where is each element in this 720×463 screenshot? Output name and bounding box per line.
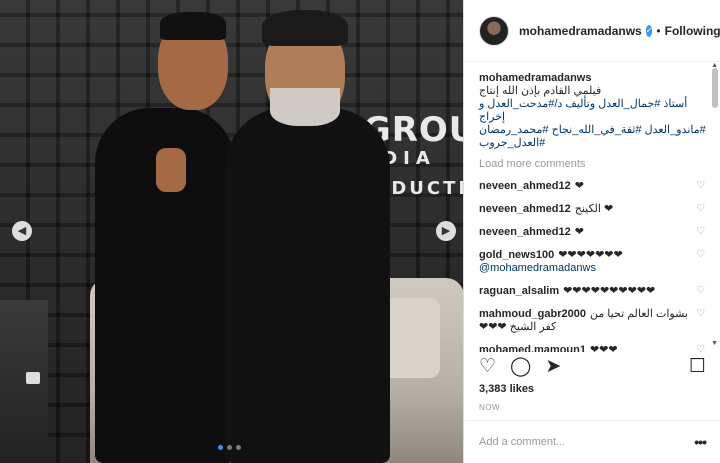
- heart-outline-icon[interactable]: ♡: [479, 356, 496, 376]
- comment-item: neveen_ahmed12 ❤ ♡: [479, 226, 706, 239]
- comment-text: ❤❤❤❤❤❤❤: [558, 249, 623, 261]
- scroll-down-icon[interactable]: ▼: [711, 340, 718, 347]
- person-left-hair: [160, 12, 226, 40]
- likes-count[interactable]: 3,383 likes: [479, 383, 534, 395]
- caption-line-3[interactable]: #ماندو_العدل #ثقة_في_الله_نجاح #محمد_رمض…: [479, 124, 706, 137]
- heart-outline-icon[interactable]: ♡: [696, 286, 706, 296]
- post-time: NOW: [479, 403, 501, 412]
- comment-username[interactable]: neveen_ahmed12: [479, 226, 571, 238]
- comment-text: ❤❤❤❤❤❤❤❤❤❤: [563, 285, 656, 297]
- chevron-right-icon[interactable]: ▶: [436, 221, 456, 241]
- comment-text: بشوات العالم تحيا من: [589, 308, 688, 320]
- comment-username[interactable]: mahmoud_gabr2000: [479, 308, 586, 320]
- person-left-hand: [156, 148, 186, 192]
- user-tag-icon[interactable]: [26, 372, 40, 384]
- comment-mention[interactable]: @mohamedramadanws: [479, 262, 596, 274]
- comment-username[interactable]: mohamed.mamoun1: [479, 344, 586, 352]
- post-sidebar: mohamedramadanws ✓ • Following mohamedra…: [465, 0, 720, 463]
- scrollbar-thumb[interactable]: [712, 68, 718, 108]
- load-more-comments[interactable]: Load more comments: [479, 158, 706, 170]
- comment-item: mohamed.mamoun1 ❤❤❤ ♡: [479, 344, 706, 352]
- post-header: mohamedramadanws ✓ • Following: [465, 0, 720, 62]
- comment-username[interactable]: neveen_ahmed12: [479, 180, 571, 192]
- comment-item: mahmoud_gabr2000 بشوات العالم تحيا من ❤❤❤ …: [479, 308, 706, 334]
- bookmark-icon[interactable]: ☐: [689, 356, 706, 376]
- comment-text-2: ❤❤❤ كفر الشيخ: [479, 321, 557, 333]
- person-right-body: [225, 108, 390, 463]
- caption-line-1: فيلمي القادم بإذن الله إنتاج: [479, 85, 602, 97]
- comment-input[interactable]: [479, 436, 695, 448]
- follow-separator: •: [656, 23, 661, 38]
- avatar[interactable]: [479, 15, 509, 46]
- comment-item: gold_news100 ❤❤❤❤❤❤❤ @mohamedramadanws ♡: [479, 249, 706, 275]
- heart-outline-icon[interactable]: ♡: [696, 227, 706, 237]
- carousel-dot: [218, 445, 223, 450]
- comments-list: mohamedramadanws فيلمي القادم بإذن الله …: [465, 62, 720, 352]
- comment-text: الكينج ❤: [574, 203, 614, 215]
- comments-scrollbar[interactable]: [712, 64, 718, 346]
- heart-outline-icon[interactable]: ♡: [696, 309, 706, 319]
- comment-item: raguan_alsalim ❤❤❤❤❤❤❤❤❤❤ ♡: [479, 285, 706, 298]
- caption-line-2[interactable]: أستاذ #جمال_العدل وتأليف د/#مدحت_العدل و…: [479, 98, 706, 124]
- scroll-up-icon[interactable]: ▲: [711, 62, 718, 69]
- comment-text: ❤❤❤: [589, 344, 618, 352]
- following-button[interactable]: Following: [665, 24, 720, 38]
- post-caption: mohamedramadanws فيلمي القادم بإذن الله …: [479, 72, 706, 150]
- share-icon[interactable]: ➤: [545, 356, 561, 376]
- post-image[interactable]: AL GROUP MEDIA PRODUCTION ◀ ▶: [0, 0, 464, 463]
- comment-username[interactable]: raguan_alsalim: [479, 285, 559, 297]
- add-comment-bar: •••: [465, 420, 720, 463]
- heart-outline-icon[interactable]: ♡: [696, 250, 706, 260]
- caption-line-4[interactable]: #العدل_جروب: [479, 137, 706, 150]
- heart-outline-icon[interactable]: ♡: [696, 345, 706, 353]
- side-table: [0, 300, 48, 463]
- chevron-left-icon[interactable]: ◀: [12, 221, 32, 241]
- comment-item: neveen_ahmed12 ❤ ♡: [479, 180, 706, 193]
- carousel-dots: [218, 445, 241, 450]
- heart-outline-icon[interactable]: ♡: [696, 204, 706, 214]
- carousel-dot: [236, 445, 241, 450]
- comment-icon[interactable]: ◯: [510, 356, 531, 376]
- action-bar: ♡ ◯ ➤ ☐: [479, 354, 706, 378]
- comment-text: ❤: [574, 226, 584, 238]
- carousel-dot: [227, 445, 232, 450]
- caption-username[interactable]: mohamedramadanws: [479, 72, 591, 84]
- heart-outline-icon[interactable]: ♡: [696, 181, 706, 191]
- author-username[interactable]: mohamedramadanws: [519, 24, 642, 38]
- more-options-icon[interactable]: •••: [694, 434, 707, 450]
- comment-text: ❤: [574, 180, 584, 192]
- comment-username[interactable]: gold_news100: [479, 249, 554, 261]
- comment-username[interactable]: neveen_ahmed12: [479, 203, 571, 215]
- comment-item: neveen_ahmed12 الكينج ❤ ♡: [479, 203, 706, 216]
- verified-badge-icon: ✓: [645, 24, 653, 37]
- person-right-beard: [270, 88, 340, 126]
- person-right-hair: [262, 10, 348, 46]
